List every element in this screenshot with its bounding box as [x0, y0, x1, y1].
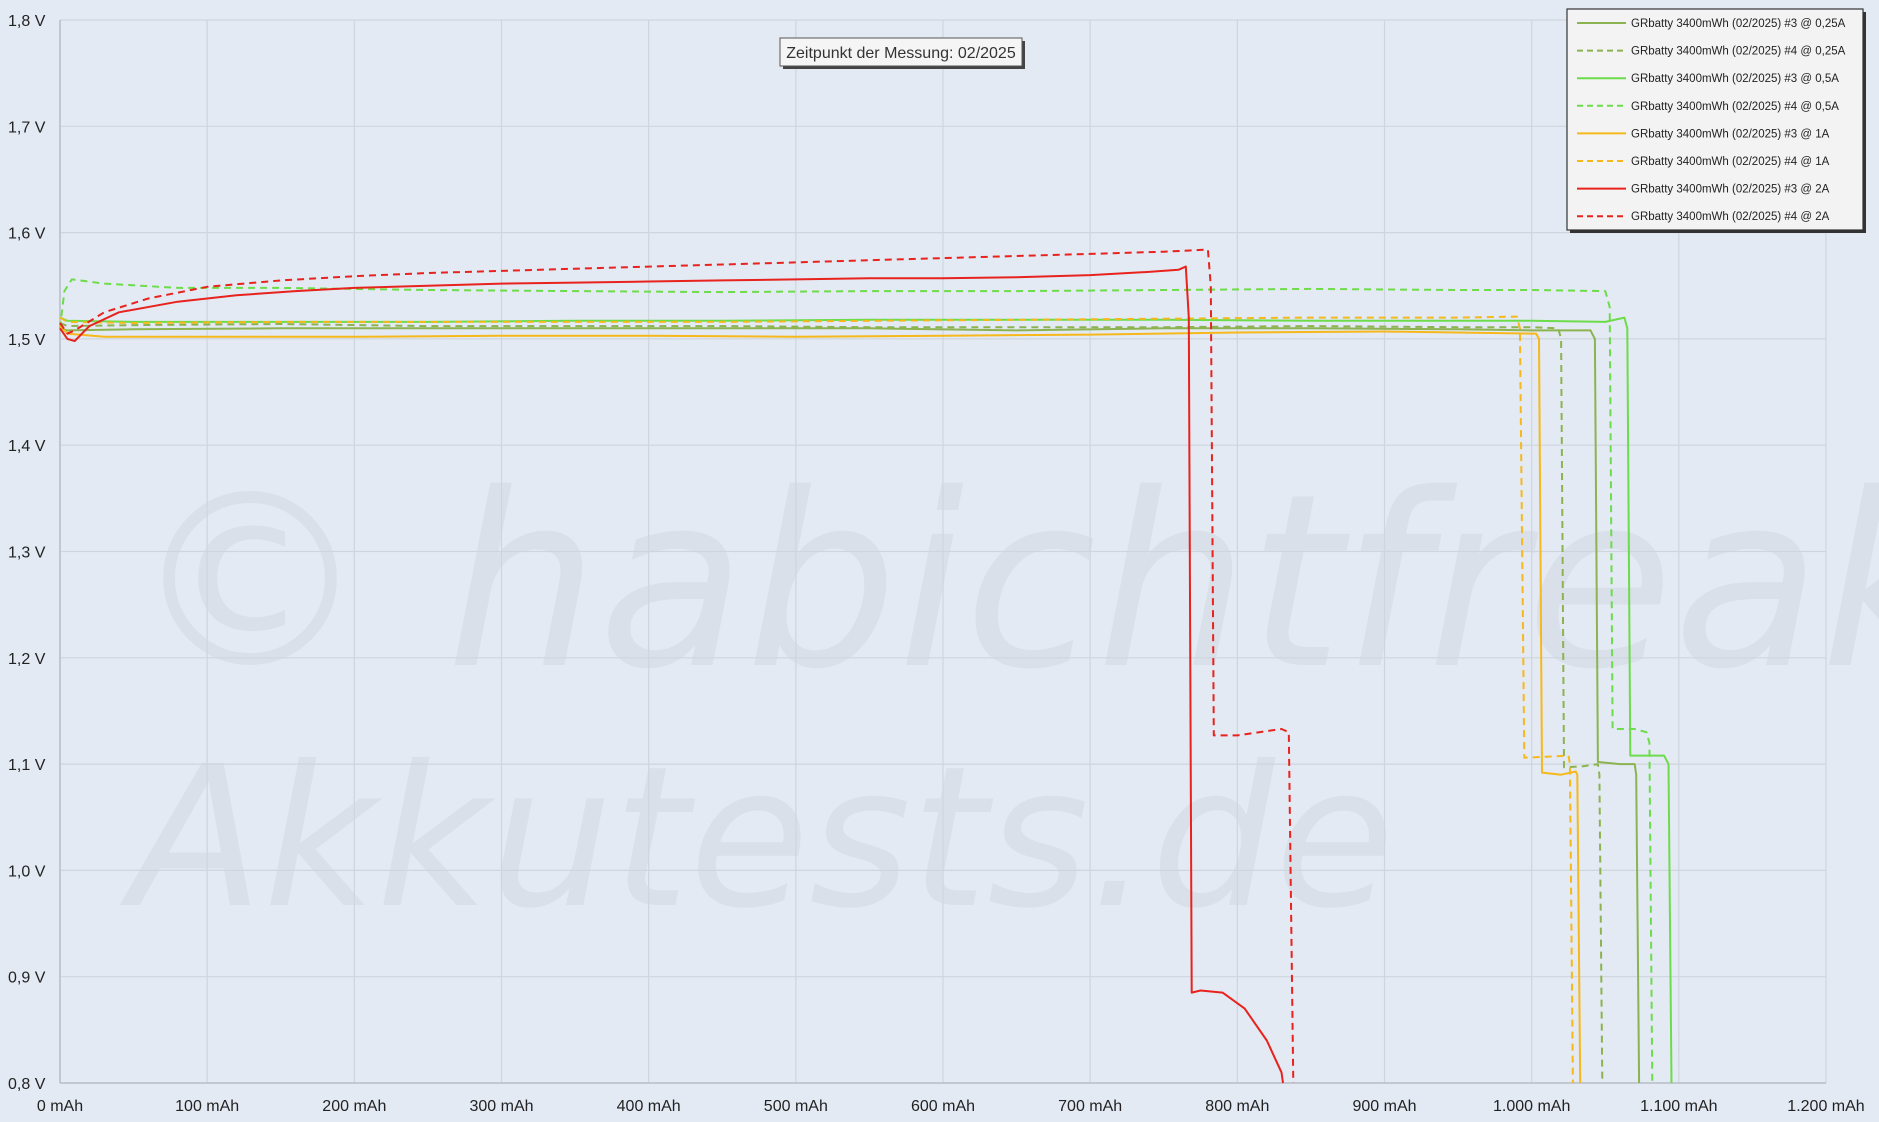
x-tick-label: 0 mAh	[37, 1098, 83, 1115]
y-tick-label: 1,8 V	[8, 13, 46, 30]
legend-label-1: GRbatty 3400mWh (02/2025) #3 @ 0,25A	[1631, 18, 1846, 30]
y-tick-label: 1,3 V	[8, 545, 46, 562]
legend-label-3: GRbatty 3400mWh (02/2025) #3 @ 0,5A	[1631, 73, 1839, 85]
watermark-line-1: © habichtfreak	[130, 442, 1879, 722]
x-tick-label: 1.000 mAh	[1493, 1098, 1570, 1115]
legend-label-5: GRbatty 3400mWh (02/2025) #3 @ 1A	[1631, 128, 1830, 140]
x-tick-label: 300 mAh	[469, 1098, 533, 1115]
y-tick-label: 0,8 V	[8, 1076, 46, 1093]
x-tick-label: 200 mAh	[322, 1098, 386, 1115]
legend-label-7: GRbatty 3400mWh (02/2025) #3 @ 2A	[1631, 184, 1830, 196]
y-tick-label: 0,9 V	[8, 970, 46, 987]
annotation-text: Zeitpunkt der Messung: 02/2025	[786, 45, 1016, 62]
y-tick-label: 1,7 V	[8, 119, 46, 136]
legend-label-4: GRbatty 3400mWh (02/2025) #4 @ 0,5A	[1631, 101, 1839, 113]
legend-box	[1566, 8, 1864, 231]
y-tick-label: 1,1 V	[8, 757, 46, 774]
x-tick-label: 700 mAh	[1058, 1098, 1122, 1115]
legend-label-2: GRbatty 3400mWh (02/2025) #4 @ 0,25A	[1631, 46, 1846, 58]
annotation: Zeitpunkt der Messung: 02/2025	[779, 37, 1025, 69]
y-tick-label: 1,2 V	[8, 651, 46, 668]
chart: © habichtfreak Akkutests.de 0 mAh 100 mAh 2…	[0, 0, 1879, 1122]
y-tick-label: 1,5 V	[8, 332, 46, 349]
x-tick-label: 1.200 mAh	[1787, 1098, 1864, 1115]
y-tick-label: 1,4 V	[8, 438, 46, 455]
legend-label-6: GRbatty 3400mWh (02/2025) #4 @ 1A	[1631, 156, 1830, 168]
x-tick-label: 1.100 mAh	[1640, 1098, 1717, 1115]
legend: GRbatty 3400mWh (02/2025) #3 @ 0,25A GRba…	[1566, 8, 1866, 233]
voltage-discharge-chart: © habichtfreakAkkutests.de 0 mAh 100 mAh 2…	[0, 0, 1879, 1122]
x-tick-label: 500 mAh	[764, 1098, 828, 1115]
x-tick-label: 400 mAh	[617, 1098, 681, 1115]
legend-label-8: GRbatty 3400mWh (02/2025) #4 @ 2A	[1631, 211, 1830, 223]
x-tick-label: 100 mAh	[175, 1098, 239, 1115]
x-tick-label: 900 mAh	[1352, 1098, 1416, 1115]
watermark-line-2: Akkutests.de	[119, 724, 1395, 951]
y-tick-label: 1,6 V	[8, 226, 46, 243]
y-tick-label: 1,0 V	[8, 863, 46, 880]
x-tick-label: 600 mAh	[911, 1098, 975, 1115]
x-tick-label: 800 mAh	[1205, 1098, 1269, 1115]
